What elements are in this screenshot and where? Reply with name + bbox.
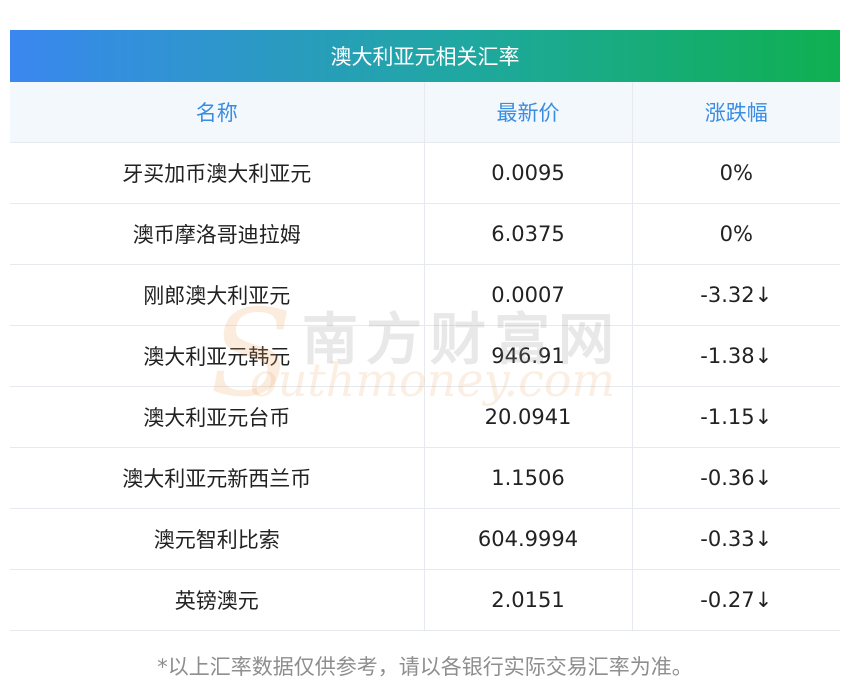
table-row: 澳大利亚元新西兰币 1.1506 -0.36↓: [10, 447, 840, 509]
table-row: 澳币摩洛哥迪拉姆 6.0375 0%: [10, 203, 840, 265]
table-row: 澳大利亚元台币 20.0941 -1.15↓: [10, 386, 840, 448]
currency-pair-name: 澳大利亚元台币: [10, 386, 424, 448]
change-percent: -3.32↓: [631, 264, 840, 326]
latest-price: 6.0375: [423, 203, 632, 265]
currency-pair-name: 牙买加币澳大利亚元: [10, 142, 424, 204]
currency-pair-name: 英镑澳元: [10, 569, 424, 631]
latest-price: 20.0941: [423, 386, 632, 448]
change-percent: -1.15↓: [631, 386, 840, 448]
change-percent: -0.27↓: [631, 569, 840, 631]
table-header-row: 名称 最新价 涨跌幅: [10, 82, 840, 143]
change-percent: 0%: [631, 203, 840, 265]
change-percent: -0.36↓: [631, 447, 840, 509]
currency-pair-name: 澳币摩洛哥迪拉姆: [10, 203, 424, 265]
table-row: 英镑澳元 2.0151 -0.27↓: [10, 569, 840, 631]
rate-panel: 澳大利亚元相关汇率 名称 最新价 涨跌幅 牙买加币澳大利亚元 0.0095 0% 澳币…: [10, 30, 840, 631]
table-row: 牙买加币澳大利亚元 0.0095 0%: [10, 142, 840, 204]
change-percent: -1.38↓: [631, 325, 840, 387]
currency-pair-name: 刚郎澳大利亚元: [10, 264, 424, 326]
table-body: 牙买加币澳大利亚元 0.0095 0% 澳币摩洛哥迪拉姆 6.0375 0% 刚郎澳大利亚元…: [10, 142, 840, 631]
column-header-name: 名称: [10, 82, 424, 143]
disclaimer-note: *以上汇率数据仅供参考，请以各银行实际交易汇率为准。: [157, 655, 693, 679]
table-row: 澳元智利比索 604.9994 -0.33↓: [10, 508, 840, 570]
change-percent: 0%: [631, 142, 840, 204]
latest-price: 0.0095: [423, 142, 632, 204]
table-row: 澳大利亚元韩元 946.91 -1.38↓: [10, 325, 840, 387]
panel-title: 澳大利亚元相关汇率: [10, 30, 840, 82]
latest-price: 604.9994: [423, 508, 632, 570]
latest-price: 1.1506: [423, 447, 632, 509]
table-row: 刚郎澳大利亚元 0.0007 -3.32↓: [10, 264, 840, 326]
change-percent: -0.33↓: [631, 508, 840, 570]
latest-price: 0.0007: [423, 264, 632, 326]
currency-pair-name: 澳元智利比索: [10, 508, 424, 570]
rates-table: 名称 最新价 涨跌幅 牙买加币澳大利亚元 0.0095 0% 澳币摩洛哥迪拉姆 6.03…: [10, 82, 840, 631]
currency-pair-name: 澳大利亚元韩元: [10, 325, 424, 387]
latest-price: 946.91: [423, 325, 632, 387]
column-header-price: 最新价: [423, 82, 632, 143]
currency-pair-name: 澳大利亚元新西兰币: [10, 447, 424, 509]
column-header-change: 涨跌幅: [631, 82, 840, 143]
latest-price: 2.0151: [423, 569, 632, 631]
